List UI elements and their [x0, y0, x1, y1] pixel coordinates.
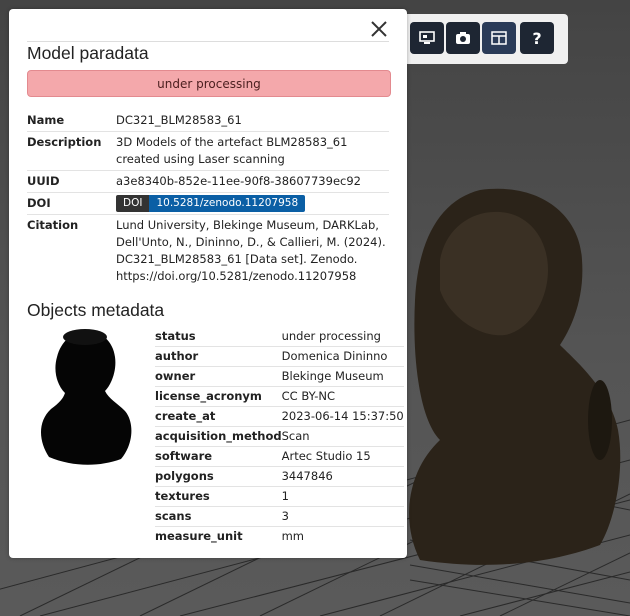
object-key: create_at: [155, 406, 282, 427]
table-row: owner Blekinge Museum: [155, 366, 404, 387]
paradata-key: DOI: [27, 192, 116, 215]
paradata-table: Name DC321_BLM28583_61 Description 3D Mo…: [27, 110, 389, 287]
table-row: textures 1: [155, 486, 404, 507]
object-key: software: [155, 446, 282, 467]
doi-badge[interactable]: DOI 10.5281/zenodo.11207958: [116, 195, 306, 212]
doi-badge-label: DOI: [116, 195, 150, 212]
model-paradata-title: Model paradata: [27, 43, 149, 63]
paradata-key: Citation: [27, 218, 79, 232]
table-row: create_at 2023-06-14 15:37:50: [155, 406, 404, 427]
model-thumbnail: [41, 329, 132, 465]
table-row: Description 3D Models of the artefact BL…: [27, 131, 389, 171]
object-value: 2023-06-14 15:37:50: [281, 406, 404, 427]
help-icon: ?: [532, 28, 542, 48]
object-value: Scan: [281, 426, 404, 447]
close-icon[interactable]: [369, 19, 389, 39]
panel-icon: [491, 31, 507, 45]
camera-icon: [456, 32, 470, 44]
doi-cell: DOI 10.5281/zenodo.11207958: [116, 192, 389, 215]
object-key: polygons: [155, 466, 282, 487]
table-row: license_acronym CC BY-NC: [155, 386, 404, 407]
object-value: 3447846: [281, 466, 404, 487]
info-panel-button[interactable]: [482, 22, 516, 54]
table-row: software Artec Studio 15: [155, 446, 404, 467]
table-row: Name DC321_BLM28583_61: [27, 110, 389, 132]
object-key: status: [155, 327, 282, 347]
object-value: 1: [281, 486, 404, 507]
objects-metadata-title: Objects metadata: [27, 300, 165, 320]
screen-icon: [419, 31, 435, 44]
table-row: scans 3: [155, 506, 404, 527]
object-key: scans: [155, 506, 282, 527]
paradata-key: UUID: [27, 170, 116, 193]
paradata-value: Lund University, Blekinge Museum, DARKLa…: [116, 218, 386, 283]
object-key: acquisition_method: [155, 426, 282, 447]
object-value: CC BY-NC: [281, 386, 404, 407]
object-value: under processing: [281, 327, 404, 347]
paradata-value: 3D Models of the artefact BLM28583_61 cr…: [116, 131, 389, 171]
table-row: UUID a3e8340b-852e-11ee-90f8-38607739ec9…: [27, 170, 389, 193]
table-row: acquisition_method Scan: [155, 426, 404, 447]
doi-badge-value: 10.5281/zenodo.11207958: [149, 195, 306, 212]
objects-table: status under processing author Domenica Di…: [155, 327, 404, 546]
object-value: 3: [281, 506, 404, 527]
object-key: author: [155, 346, 282, 367]
object-key: license_acronym: [155, 386, 282, 407]
paradata-value: DC321_BLM28583_61: [116, 110, 389, 132]
table-row: author Domenica Dininno: [155, 346, 404, 367]
help-button[interactable]: ?: [520, 22, 554, 54]
paradata-key: Description: [27, 131, 116, 171]
table-row: Citation Lund University, Blekinge Museu…: [27, 215, 389, 288]
object-key: measure_unit: [155, 529, 243, 543]
object-key: textures: [155, 486, 282, 507]
screen-button[interactable]: [410, 22, 444, 54]
object-value: mm: [281, 529, 305, 543]
status-banner: under processing: [27, 70, 391, 97]
object-value: Blekinge Museum: [281, 366, 404, 387]
bust-model: [409, 188, 621, 565]
object-value: Domenica Dininno: [281, 346, 404, 367]
screenshot-button[interactable]: [446, 22, 480, 54]
object-key: owner: [155, 366, 282, 387]
table-row: DOI DOI 10.5281/zenodo.11207958: [27, 192, 389, 215]
table-row: polygons 3447846: [155, 466, 404, 487]
viewer-toolbar: ?: [400, 14, 568, 64]
table-row: measure_unit mm: [155, 527, 404, 547]
object-value: Artec Studio 15: [281, 446, 404, 467]
divider: [27, 41, 389, 42]
paradata-value: a3e8340b-852e-11ee-90f8-38607739ec92: [116, 170, 389, 193]
paradata-key: Name: [27, 110, 116, 132]
table-row: status under processing: [155, 327, 404, 347]
metadata-panel: Model paradata under processing Name DC3…: [9, 9, 407, 558]
